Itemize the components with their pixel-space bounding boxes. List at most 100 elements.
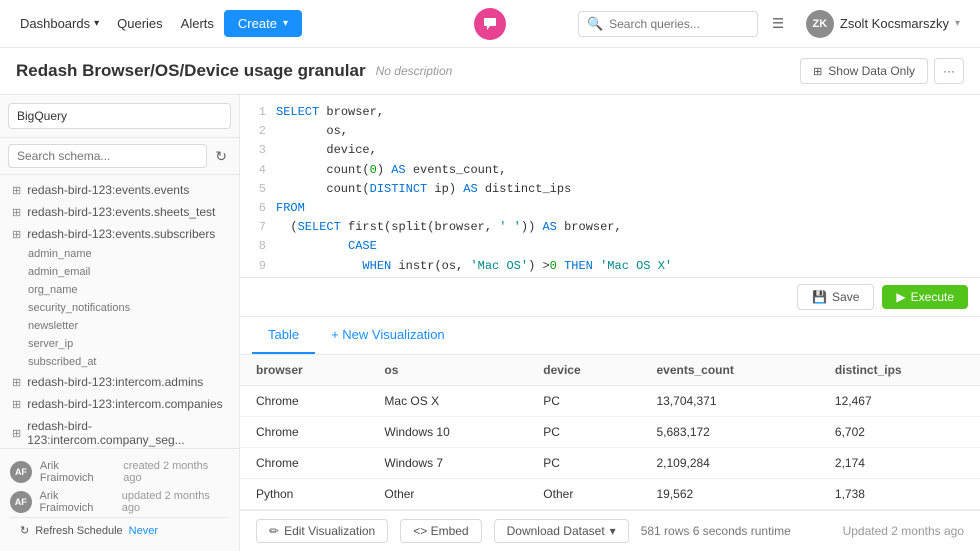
- col-device[interactable]: device: [527, 355, 640, 386]
- chevron-down-icon: ▾: [94, 18, 99, 29]
- cell-distinct-ips: 1,738: [819, 479, 980, 510]
- editor-toolbar: 💾 Save ▶ Execute: [240, 278, 980, 317]
- editor-area: 123456789101112131415161718 SELECT brows…: [240, 95, 980, 551]
- embed-button[interactable]: <> Embed: [400, 519, 481, 543]
- creator-name: Arik Fraimovich: [40, 460, 115, 484]
- refresh-icon: ↻: [215, 148, 227, 164]
- filter-icon-btn[interactable]: ☰: [766, 10, 790, 38]
- page-header: Redash Browser/OS/Device usage granular …: [0, 48, 980, 95]
- search-box[interactable]: 🔍: [578, 11, 758, 37]
- data-table: browser os device events_count distinct_…: [240, 355, 980, 510]
- cell-os: Windows 7: [368, 448, 527, 479]
- save-button[interactable]: 💾 Save: [797, 284, 874, 310]
- chevron-down-icon: ▾: [283, 18, 288, 29]
- cell-os: Other: [368, 479, 527, 510]
- search-input[interactable]: [609, 17, 749, 31]
- kebab-menu-button[interactable]: ···: [934, 58, 964, 84]
- dashboards-nav[interactable]: Dashboards ▾: [12, 10, 107, 37]
- schema-search-input[interactable]: [8, 144, 207, 168]
- table-row: Chrome Windows 10 PC 5,683,172 6,702: [240, 417, 980, 448]
- execute-button[interactable]: ▶ Execute: [882, 285, 968, 309]
- cell-distinct-ips: 2,174: [819, 448, 980, 479]
- schema-search-row: ↻: [0, 138, 239, 175]
- execute-label: Execute: [911, 290, 954, 304]
- chevron-down-icon: ▾: [955, 18, 960, 29]
- cell-device: Other: [527, 479, 640, 510]
- kebab-icon: ···: [943, 64, 955, 78]
- show-data-label: Show Data Only: [828, 64, 915, 78]
- results-stats: 581 rows 6 seconds runtime: [641, 524, 791, 538]
- schema-item[interactable]: ⊞ redash-bird-123:intercom.admins: [0, 371, 239, 393]
- table-header-row: browser os device events_count distinct_…: [240, 355, 980, 386]
- user-menu[interactable]: ZK Zsolt Kocsmarszky ▾: [798, 6, 968, 42]
- cell-browser: Chrome: [240, 448, 368, 479]
- chevron-down-icon: ▾: [610, 524, 616, 538]
- create-button[interactable]: Create ▾: [224, 10, 302, 37]
- alerts-nav[interactable]: Alerts: [173, 10, 222, 37]
- updated-row: AF Arik Fraimovich updated 2 months ago: [10, 487, 229, 517]
- cell-os: Windows 10: [368, 417, 527, 448]
- results-updated: Updated 2 months ago: [843, 524, 964, 538]
- col-distinct-ips[interactable]: distinct_ips: [819, 355, 980, 386]
- table-icon: ⊞: [12, 376, 21, 389]
- dashboards-label: Dashboards: [20, 16, 90, 31]
- updated-label: updated 2 months ago: [122, 490, 229, 514]
- table-body: Chrome Mac OS X PC 13,704,371 12,467 Chr…: [240, 386, 980, 510]
- col-browser[interactable]: browser: [240, 355, 368, 386]
- main-content: BigQuery ↻ ⊞ redash-bird-123:events.even…: [0, 95, 980, 551]
- schema-column: admin_email: [0, 263, 239, 281]
- results-area: Table + New Visualization browser os dev…: [240, 317, 980, 551]
- schema-column: newsletter: [0, 317, 239, 335]
- data-table-container: browser os device events_count distinct_…: [240, 355, 980, 510]
- line-numbers: 123456789101112131415161718: [240, 103, 276, 269]
- schema-item[interactable]: ⊞ redash-bird-123:intercom.company_seg..…: [0, 415, 239, 448]
- show-data-only-button[interactable]: ⊞ Show Data Only: [800, 58, 928, 84]
- tab-new-visualization[interactable]: + New Visualization: [315, 317, 461, 354]
- results-footer: ✏ Edit Visualization <> Embed Download D…: [240, 510, 980, 551]
- creator-avatar: AF: [10, 461, 32, 483]
- cell-os: Mac OS X: [368, 386, 527, 417]
- datasource-select[interactable]: BigQuery: [8, 103, 231, 129]
- tab-table[interactable]: Table: [252, 317, 315, 354]
- download-dataset-button[interactable]: Download Dataset ▾: [494, 519, 629, 543]
- nav-right: 🔍 ☰ ZK Zsolt Kocsmarszky ▾: [578, 6, 968, 42]
- avatar: ZK: [806, 10, 834, 38]
- col-os[interactable]: os: [368, 355, 527, 386]
- schema-column: subscribed_at: [0, 353, 239, 371]
- edit-icon: ✏: [269, 524, 279, 538]
- never-badge[interactable]: Never: [129, 525, 158, 537]
- datasource-selector-row: BigQuery: [0, 95, 239, 138]
- cell-events-count: 13,704,371: [640, 386, 818, 417]
- cell-device: PC: [527, 386, 640, 417]
- sidebar: BigQuery ↻ ⊞ redash-bird-123:events.even…: [0, 95, 240, 551]
- code-editor[interactable]: 123456789101112131415161718 SELECT brows…: [240, 95, 980, 278]
- table-icon: ⊞: [12, 184, 21, 197]
- cell-distinct-ips: 6,702: [819, 417, 980, 448]
- page-description: No description: [376, 64, 453, 78]
- updater-name: Arik Fraimovich: [40, 490, 114, 514]
- schema-column: server_ip: [0, 335, 239, 353]
- col-events-count[interactable]: events_count: [640, 355, 818, 386]
- schema-refresh-button[interactable]: ↻: [211, 146, 231, 167]
- code-content[interactable]: SELECT browser, os, device, count(0) AS …: [276, 103, 980, 269]
- code-lines: 123456789101112131415161718 SELECT brows…: [240, 103, 980, 269]
- top-nav: Dashboards ▾ Queries Alerts Create ▾ 🔍 ☰: [0, 0, 980, 48]
- queries-nav[interactable]: Queries: [109, 10, 171, 37]
- table-row: Chrome Mac OS X PC 13,704,371 12,467: [240, 386, 980, 417]
- schema-column: security_notifications: [0, 299, 239, 317]
- edit-visualization-button[interactable]: ✏ Edit Visualization: [256, 519, 388, 543]
- schema-item[interactable]: ⊞ redash-bird-123:intercom.companies: [0, 393, 239, 415]
- table-icon: ⊞: [12, 206, 21, 219]
- search-icon: 🔍: [587, 16, 603, 32]
- cell-browser: Python: [240, 479, 368, 510]
- schema-item[interactable]: ⊞ redash-bird-123:events.events: [0, 179, 239, 201]
- nav-left: Dashboards ▾ Queries Alerts Create ▾: [12, 10, 302, 37]
- download-label: Download Dataset: [507, 524, 605, 538]
- schema-list: ⊞ redash-bird-123:events.events ⊞ redash…: [0, 175, 239, 448]
- schema-item[interactable]: ⊞ redash-bird-123:events.subscribers: [0, 223, 239, 245]
- schema-item[interactable]: ⊞ redash-bird-123:events.sheets_test: [0, 201, 239, 223]
- embed-label: <> Embed: [413, 524, 468, 538]
- cell-device: PC: [527, 448, 640, 479]
- schema-column: admin_name: [0, 245, 239, 263]
- refresh-schedule-row[interactable]: ↻ Refresh Schedule Never: [10, 517, 229, 543]
